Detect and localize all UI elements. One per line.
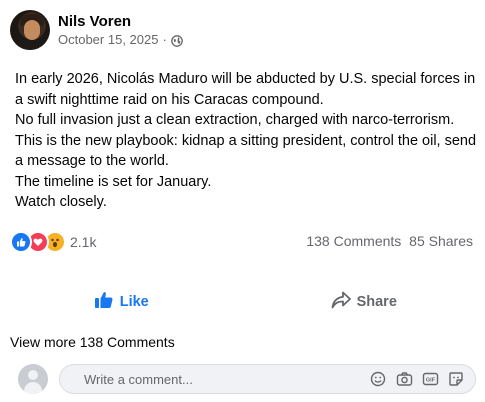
post-line: a swift nighttime raid on his Caracas co… <box>15 91 324 108</box>
post-date[interactable]: October 15, 2025 <box>58 31 158 48</box>
comment-composer: GIF <box>18 364 476 394</box>
separator-dot: · <box>162 32 167 47</box>
comment-input[interactable] <box>84 371 369 387</box>
thumbs-up-icon <box>94 291 120 313</box>
reaction-summary[interactable]: 2.1k <box>10 231 96 253</box>
like-button[interactable]: Like <box>0 280 243 324</box>
svg-text:GIF: GIF <box>425 378 435 384</box>
like-label: Like <box>119 294 149 310</box>
shares-count-link[interactable]: 85 Shares <box>409 233 473 249</box>
post-stats: 138 Comments 85 Shares <box>306 233 473 249</box>
comment-box[interactable]: GIF <box>59 364 476 394</box>
camera-icon[interactable] <box>395 370 413 388</box>
post-line: This is the new playbook: kidnap a sitti… <box>15 132 477 149</box>
like-reaction-icon <box>10 231 32 253</box>
post-header: Nils Voren October 15, 2025 · <box>10 8 183 52</box>
post-subtitle: October 15, 2025 · <box>58 31 183 48</box>
emoji-icon[interactable] <box>369 370 387 388</box>
author-name[interactable]: Nils Voren <box>58 12 183 31</box>
user-avatar-icon <box>18 364 48 394</box>
comment-tools: GIF <box>369 370 465 388</box>
post-body: In early 2026, Nicolás Maduro will be ab… <box>15 69 477 213</box>
share-button[interactable]: Share <box>243 280 485 324</box>
action-bar: Like Share <box>0 280 485 324</box>
author-avatar[interactable] <box>10 10 50 50</box>
view-more-comments-link[interactable]: View more 138 Comments <box>10 334 175 350</box>
post-line: a message to the world. <box>15 153 169 169</box>
share-icon <box>331 291 357 313</box>
globe-icon <box>170 34 183 47</box>
sticker-icon[interactable] <box>447 370 465 388</box>
post-line: Watch closely. <box>15 194 107 210</box>
comments-count-link[interactable]: 138 Comments <box>306 233 401 249</box>
reaction-count: 2.1k <box>70 234 97 250</box>
share-label: Share <box>356 294 397 310</box>
gif-icon[interactable]: GIF <box>421 370 439 388</box>
author-meta: Nils Voren October 15, 2025 · <box>58 12 183 48</box>
post-line: In early 2026, Nicolás Maduro will be ab… <box>15 71 476 87</box>
post-line: The timeline is set for January. <box>15 173 212 190</box>
post-line: No full invasion just a clean extraction… <box>15 112 455 128</box>
